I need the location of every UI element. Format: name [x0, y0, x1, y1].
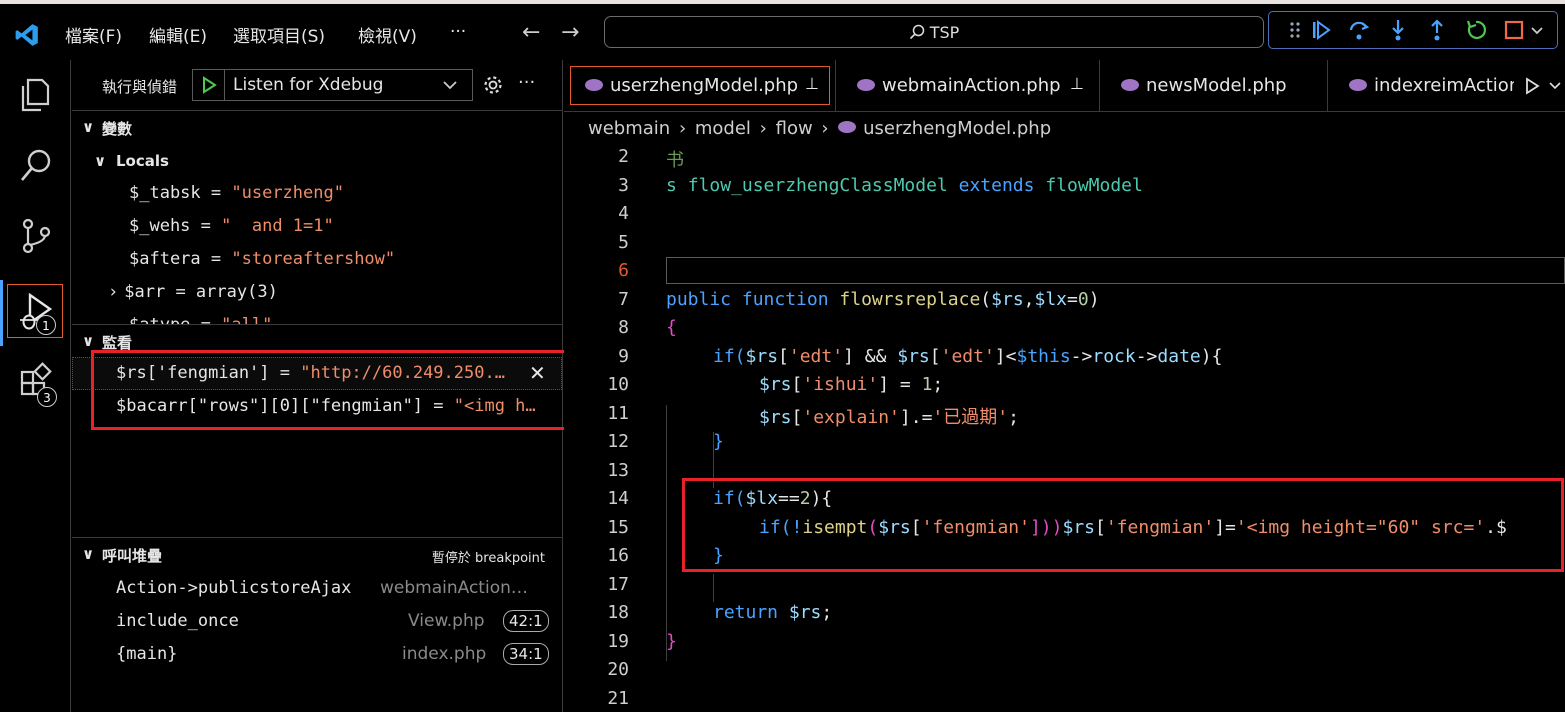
breadcrumb-item[interactable]: model — [695, 118, 751, 139]
code-line: 20 — [607, 659, 629, 680]
breadcrumb-item[interactable]: flow — [776, 118, 813, 139]
stack-frame-row[interactable]: Action->publicstoreAjax webmainAction… — [72, 573, 562, 606]
menu-edit[interactable]: 編輯(E) — [149, 22, 207, 47]
menu-more[interactable]: ··· — [450, 22, 466, 42]
source-control-icon[interactable] — [14, 214, 58, 258]
stack-frame-row[interactable]: {main} index.php 34:1 — [72, 639, 562, 672]
php-file-icon — [1121, 79, 1139, 91]
code-line: 17 — [607, 573, 629, 595]
code-line: 10 $rs['ishui'] = 1; — [607, 374, 944, 395]
tab-userzhengmodel[interactable]: userzhengModel.php ⊥ — [564, 60, 836, 112]
forward-arrow-icon[interactable]: → — [561, 20, 579, 45]
debug-toolbar — [1268, 11, 1558, 49]
chevron-down-icon: ∨ — [82, 545, 95, 563]
gear-icon[interactable] — [482, 74, 504, 96]
php-file-icon — [1349, 79, 1367, 91]
variable-row[interactable]: $_tabsk = "userzheng" — [129, 183, 344, 203]
code-line: 11 $rs['explain'].='已過期'; — [607, 402, 1019, 428]
editor-area: userzhengModel.php ⊥ webmainAction.php ⊥… — [564, 60, 1565, 712]
stack-frame-row[interactable]: include_once View.php 42:1 — [72, 606, 562, 639]
run-debug-sidebar: 執行與偵錯 Listen for Xdebug ··· ∨ 變數 ∨ Local… — [72, 60, 572, 712]
chevron-down-icon[interactable] — [1529, 18, 1545, 42]
code-line: 4 — [618, 203, 629, 224]
variable-row[interactable]: $_wehs = " and 1=1" — [129, 216, 334, 236]
search-text: TSP — [929, 23, 960, 42]
code-line: 6 — [618, 260, 629, 281]
code-line: 2 书 — [618, 146, 684, 171]
code-line: 5 — [618, 231, 629, 253]
pin-icon[interactable]: ⊥ — [1070, 74, 1084, 93]
continue-icon[interactable] — [1309, 18, 1333, 42]
code-line: 21 — [607, 687, 629, 709]
paused-status: 暫停於 breakpoint — [431, 551, 545, 566]
run-file-icon[interactable] — [1522, 76, 1542, 96]
variable-row[interactable]: › $arr = array(3) — [108, 282, 278, 302]
php-file-icon — [585, 79, 603, 91]
frame-position-badge: 34:1 — [503, 643, 549, 665]
pin-icon[interactable]: ⊥ — [805, 74, 819, 93]
active-indicator — [0, 280, 3, 346]
start-debugging-icon[interactable] — [200, 76, 218, 94]
back-arrow-icon[interactable]: ← — [522, 20, 540, 45]
step-into-icon[interactable] — [1386, 18, 1410, 42]
menu-file[interactable]: 檔案(F) — [65, 22, 122, 47]
code-line: 18 return $rs; — [607, 602, 833, 623]
highlight-box — [91, 350, 572, 430]
menu-view[interactable]: 檢視(V) — [358, 22, 417, 47]
chevron-down-icon[interactable] — [1548, 80, 1562, 92]
restart-icon[interactable] — [1464, 18, 1488, 42]
chevron-right-icon[interactable]: › — [108, 282, 118, 302]
debug-config-value: Listen for Xdebug — [233, 75, 384, 95]
breadcrumb-item[interactable]: userzhengModel.php — [863, 118, 1051, 139]
more-actions-icon[interactable]: ··· — [518, 72, 535, 93]
run-debug-button[interactable]: 1 — [7, 284, 63, 338]
step-over-icon[interactable] — [1347, 18, 1371, 42]
explorer-files-icon[interactable] — [14, 72, 58, 116]
tab-bar: userzhengModel.php ⊥ webmainAction.php ⊥… — [564, 60, 1565, 112]
frame-position-badge: 42:1 — [503, 610, 549, 632]
php-file-icon — [857, 79, 875, 91]
vscode-logo-icon — [15, 24, 38, 46]
step-out-icon[interactable] — [1425, 18, 1449, 42]
code-line: 3 s flow_userzhengClassModel extends flo… — [618, 174, 1143, 196]
variable-row[interactable]: $aftera = "storeaftershow" — [129, 249, 395, 269]
drag-handle-icon[interactable] — [1283, 18, 1307, 42]
code-editor[interactable]: 2 书 3 s flow_userzhengClassModel extends… — [564, 143, 1565, 712]
code-line: 9 if($rs['edt'] && $rs['edt']<$this->roc… — [618, 345, 1223, 367]
code-line: 12 } — [607, 431, 724, 452]
activity-bar: 1 3 — [0, 60, 71, 712]
chevron-down-icon: ∨ — [82, 118, 95, 136]
tab-webmainaction[interactable]: webmainAction.php ⊥ — [836, 60, 1100, 112]
breadcrumb-item[interactable]: webmain — [588, 118, 670, 139]
code-line: 19 } — [607, 630, 677, 652]
chevron-down-icon: ∨ — [82, 332, 95, 350]
tab-indexreimaction[interactable]: indexreimAction — [1328, 60, 1514, 112]
search-icon — [909, 24, 924, 40]
tab-newsmodel[interactable]: newsModel.php — [1100, 60, 1328, 112]
stop-icon[interactable] — [1502, 18, 1526, 42]
run-debug-title: 執行與偵錯 — [102, 78, 178, 96]
php-file-icon — [838, 121, 857, 133]
debug-config-select[interactable]: Listen for Xdebug — [192, 69, 473, 101]
breadcrumb: webmain › model › flow › userzhengModel.… — [588, 118, 1052, 139]
extensions-badge: 3 — [37, 387, 57, 407]
search-icon[interactable] — [14, 144, 58, 188]
title-bar: 檔案(F) 編輯(E) 選取項目(S) 檢視(V) ··· ← → TSP — [0, 0, 1565, 60]
chevron-down-icon — [443, 81, 457, 90]
highlight-box — [682, 478, 1564, 572]
chevron-down-icon: ∨ — [94, 152, 107, 170]
code-line: 7 public function flowrsreplace($rs,$lx=… — [618, 288, 1100, 310]
menu-selection[interactable]: 選取項目(S) — [233, 22, 325, 47]
code-line: 8 { — [618, 317, 677, 338]
variable-row[interactable]: $atype = "all" — [129, 315, 272, 324]
run-badge: 1 — [36, 315, 56, 335]
command-center-search[interactable]: TSP — [604, 16, 1264, 48]
locals-list: $_tabsk = "userzheng" $_wehs = " and 1=1… — [72, 176, 562, 324]
